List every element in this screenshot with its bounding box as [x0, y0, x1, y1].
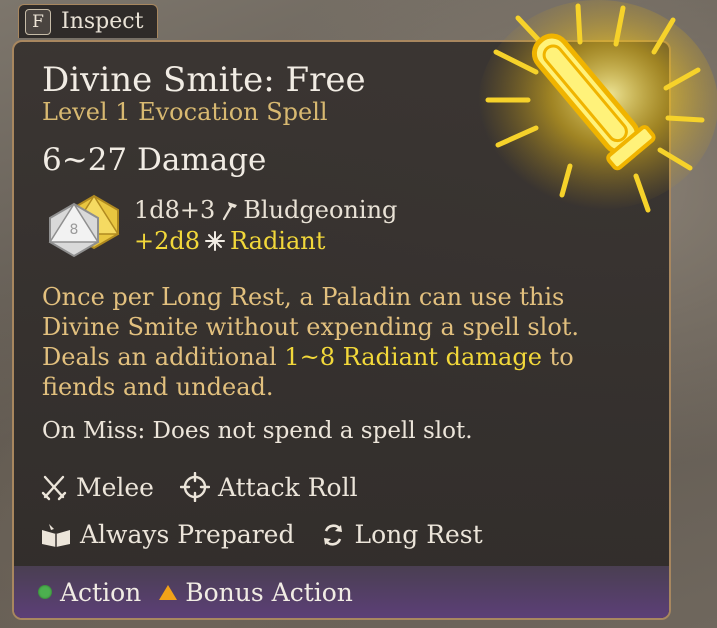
- spell-description: Once per Long Rest, a Paladin can use th…: [42, 283, 580, 401]
- damage-dice: 1d8+3: [134, 196, 216, 224]
- tag-row: Always Prepared Long Rest: [40, 520, 509, 549]
- inspect-label: Inspect: [61, 9, 144, 34]
- damage-line-radiant: +2d8 Radiant: [134, 227, 325, 255]
- damage-dice: +2d8: [134, 227, 201, 255]
- spell-title: Divine Smite: Free: [42, 60, 366, 100]
- tag-row: Melee Attack Roll: [40, 472, 384, 502]
- tag-always-prepared: Always Prepared: [40, 520, 294, 549]
- cost-action: Action: [38, 578, 141, 607]
- hammer-icon: [223, 202, 238, 221]
- spell-level-school: Level 1 Evocation Spell: [42, 98, 328, 126]
- dice-icon: 8 8: [48, 194, 120, 258]
- spell-tooltip: Divine Smite: Free Level 1 Evocation Spe…: [12, 40, 671, 620]
- cost-bonus-action: Bonus Action: [159, 578, 353, 607]
- damage-type: Radiant: [230, 227, 326, 255]
- tag-attack-roll: Attack Roll: [179, 472, 358, 502]
- damage-type: Bludgeoning: [243, 196, 398, 224]
- damage-line-bludgeoning: 1d8+3 Bludgeoning: [134, 196, 397, 224]
- on-miss-text: On Miss: Does not spend a spell slot.: [42, 418, 473, 444]
- green-circle-icon: [38, 585, 52, 599]
- inspect-keybind: F: [25, 8, 51, 35]
- orange-triangle-icon: [159, 584, 178, 600]
- description-highlight: 1~8 Radiant damage: [284, 343, 542, 371]
- cycle-arrows-icon: [324, 523, 343, 546]
- crosshair-icon: [179, 472, 210, 502]
- open-book-icon: [42, 523, 70, 547]
- svg-text:8: 8: [70, 222, 79, 238]
- tag-melee: Melee: [40, 473, 154, 502]
- damage-range: 6~27 Damage: [42, 142, 267, 178]
- crossed-swords-icon: [41, 475, 67, 501]
- action-cost-bar: Action Bonus Action: [14, 566, 669, 618]
- inspect-tab[interactable]: F Inspect: [18, 4, 158, 38]
- radiant-star-icon: [205, 231, 226, 251]
- tag-long-rest: Long Rest: [320, 520, 483, 549]
